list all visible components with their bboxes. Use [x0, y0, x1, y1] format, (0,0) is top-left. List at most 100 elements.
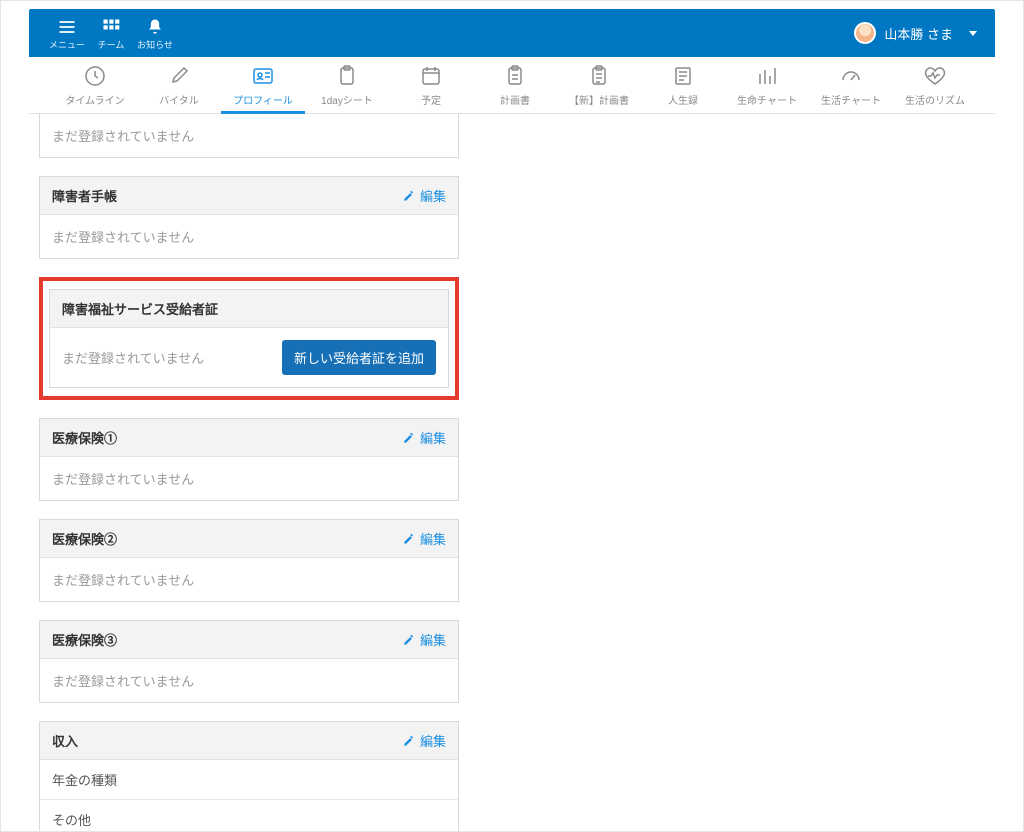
- tab-label: 予定: [389, 92, 473, 107]
- left-column: まだ登録されていません 障害者手帳 編集 まだ登録されていません: [39, 114, 459, 831]
- calendar-icon: [419, 64, 443, 88]
- book-icon: [671, 64, 695, 88]
- tab-label: 人生録: [641, 92, 725, 107]
- hamburger-icon: [57, 17, 77, 37]
- tab-label: 1dayシート: [305, 92, 389, 107]
- card-insurance-1: 医療保険① 編集 まだ登録されていません: [39, 418, 459, 501]
- tab-label: 【新】計画書: [557, 92, 641, 107]
- edit-label: 編集: [420, 731, 446, 750]
- tab-timeline[interactable]: タイムライン: [53, 58, 137, 113]
- clipboard-icon: [335, 64, 359, 88]
- edit-label: 編集: [420, 529, 446, 548]
- card-welfare-certificate: 障害福祉サービス受給者証 まだ登録されていません 新しい受給者証を追加: [49, 289, 449, 388]
- heart-pulse-icon: [923, 64, 947, 88]
- card-body: まだ登録されていません 新しい受給者証を追加: [50, 328, 448, 387]
- tab-1day[interactable]: 1dayシート: [305, 58, 389, 113]
- card-header: 医療保険② 編集: [40, 520, 458, 558]
- gauge-icon: [839, 64, 863, 88]
- card-header: 障害福祉サービス受給者証: [50, 290, 448, 328]
- user-name: 山本勝 さま: [884, 24, 953, 43]
- clipboard-list-icon: [503, 64, 527, 88]
- card-title: 医療保険③: [52, 630, 117, 649]
- topbar: メニュー チーム お知らせ 山本勝 さま: [29, 9, 995, 57]
- edit-icon: [402, 532, 416, 546]
- card-header: 収入 編集: [40, 722, 458, 760]
- edit-icon: [402, 734, 416, 748]
- thermometer-icon: [167, 64, 191, 88]
- not-registered-text: まだ登録されていません: [62, 348, 204, 367]
- user-menu[interactable]: 山本勝 さま: [854, 22, 977, 44]
- avatar: [854, 22, 876, 44]
- card-header: 医療保険① 編集: [40, 419, 458, 457]
- clock-icon: [83, 64, 107, 88]
- edit-button[interactable]: 編集: [402, 630, 446, 649]
- card-body: まだ登録されていません: [40, 659, 458, 702]
- tab-vital[interactable]: バイタル: [137, 58, 221, 113]
- income-row: 年金の種類: [40, 760, 458, 799]
- edit-button[interactable]: 編集: [402, 186, 446, 205]
- highlight-frame: 障害福祉サービス受給者証 まだ登録されていません 新しい受給者証を追加: [39, 277, 459, 400]
- clipboard-new-icon: [587, 64, 611, 88]
- tab-label: 計画書: [473, 92, 557, 107]
- edit-icon: [402, 189, 416, 203]
- id-card-icon: [251, 64, 275, 88]
- tab-liferecord[interactable]: 人生録: [641, 58, 725, 113]
- tab-schedule[interactable]: 予定: [389, 58, 473, 113]
- card-header: 医療保険③ 編集: [40, 621, 458, 659]
- card-continuation: まだ登録されていません: [39, 114, 459, 158]
- bar-chart-icon: [755, 64, 779, 88]
- grid-icon: [101, 17, 121, 37]
- tab-plan[interactable]: 計画書: [473, 58, 557, 113]
- tab-lifechart2[interactable]: 生活チャート: [809, 58, 893, 113]
- tab-label: バイタル: [137, 92, 221, 107]
- card-insurance-2: 医療保険② 編集 まだ登録されていません: [39, 519, 459, 602]
- tab-label: 生命チャート: [725, 92, 809, 107]
- card-title: 医療保険②: [52, 529, 117, 548]
- edit-button[interactable]: 編集: [402, 529, 446, 548]
- tab-label: タイムライン: [53, 92, 137, 107]
- card-header: 障害者手帳 編集: [40, 177, 458, 215]
- edit-button[interactable]: 編集: [402, 731, 446, 750]
- topbar-right: 山本勝 さま: [854, 22, 977, 44]
- chevron-down-icon: [969, 31, 977, 36]
- menu-button[interactable]: メニュー: [45, 17, 89, 50]
- card-handicap-book: 障害者手帳 編集 まだ登録されていません: [39, 176, 459, 259]
- tabbar: タイムライン バイタル プロフィール 1dayシート 予定 計画書 【新】計画書: [29, 57, 995, 114]
- card-insurance-3: 医療保険③ 編集 まだ登録されていません: [39, 620, 459, 703]
- tab-label: 生活のリズム: [893, 92, 977, 107]
- income-row: その他: [40, 799, 458, 831]
- menu-label: メニュー: [49, 41, 85, 50]
- card-body: まだ登録されていません: [40, 457, 458, 500]
- card-body: まだ登録されていません: [40, 114, 458, 157]
- team-button[interactable]: チーム: [89, 17, 133, 50]
- tab-profile[interactable]: プロフィール: [221, 58, 305, 113]
- card-rows: 年金の種類 その他 金額（年額）: [40, 760, 458, 831]
- app-frame: メニュー チーム お知らせ 山本勝 さま タイムライン: [0, 0, 1024, 832]
- topbar-left: メニュー チーム お知らせ: [45, 17, 177, 50]
- card-title: 収入: [52, 731, 78, 750]
- edit-label: 編集: [420, 630, 446, 649]
- team-label: チーム: [98, 41, 125, 50]
- tab-lifechart1[interactable]: 生命チャート: [725, 58, 809, 113]
- tab-label: プロフィール: [221, 92, 305, 107]
- add-certificate-button[interactable]: 新しい受給者証を追加: [282, 340, 436, 375]
- tab-newplan[interactable]: 【新】計画書: [557, 58, 641, 113]
- edit-label: 編集: [420, 186, 446, 205]
- not-registered-text: まだ登録されていません: [52, 126, 194, 145]
- card-body: まだ登録されていません: [40, 558, 458, 601]
- not-registered-text: まだ登録されていません: [52, 469, 194, 488]
- edit-icon: [402, 633, 416, 647]
- card-body: まだ登録されていません: [40, 215, 458, 258]
- bell-icon: [145, 17, 165, 37]
- edit-button[interactable]: 編集: [402, 428, 446, 447]
- tab-label: 生活チャート: [809, 92, 893, 107]
- not-registered-text: まだ登録されていません: [52, 227, 194, 246]
- notifications-button[interactable]: お知らせ: [133, 17, 177, 50]
- tab-rhythm[interactable]: 生活のリズム: [893, 58, 977, 113]
- card-title: 障害者手帳: [52, 186, 117, 205]
- card-income: 収入 編集 年金の種類 その他 金額（年額）: [39, 721, 459, 831]
- work-area: まだ登録されていません 障害者手帳 編集 まだ登録されていません: [29, 114, 995, 831]
- edit-icon: [402, 431, 416, 445]
- card-title: 医療保険①: [52, 428, 117, 447]
- card-title: 障害福祉サービス受給者証: [62, 299, 218, 318]
